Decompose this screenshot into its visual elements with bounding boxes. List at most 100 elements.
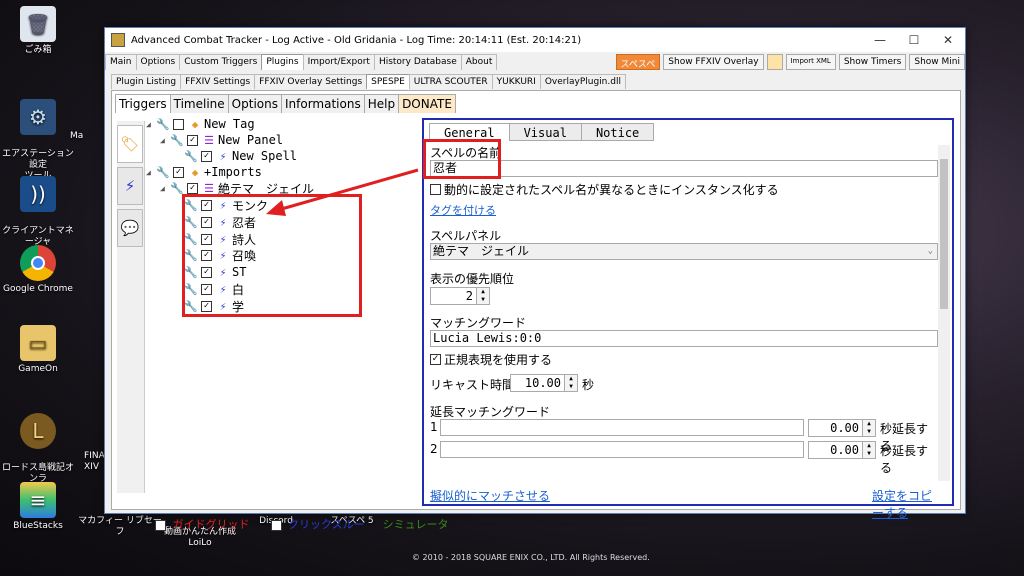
- node-checkbox[interactable]: ✓: [187, 134, 198, 146]
- tab-help[interactable]: Help: [363, 94, 400, 113]
- recast-stepper[interactable]: 10.00 ▲ ▼: [510, 374, 578, 392]
- bluestacks-icon: ≡: [20, 482, 56, 518]
- tag-link[interactable]: タグを付ける: [430, 202, 496, 218]
- regex-checkbox[interactable]: ✓: [430, 354, 441, 365]
- ext-seconds-stepper-1[interactable]: 0.00 ▲ ▼: [808, 419, 876, 437]
- collapse-arrow-icon[interactable]: ◢: [160, 184, 170, 193]
- tab-timeline[interactable]: Timeline: [169, 94, 229, 113]
- regex-option[interactable]: ✓ 正規表現を使用する: [430, 351, 552, 368]
- spin-arrows-icon[interactable]: ▲ ▼: [564, 375, 577, 391]
- wrench-icon[interactable]: 🔧: [184, 150, 198, 163]
- wrench-icon[interactable]: 🔧: [170, 134, 184, 147]
- instance-label: 動的に設定されたスペル名が異なるときにインスタンス化する: [444, 183, 779, 197]
- wrench-icon[interactable]: 🔧: [156, 118, 170, 131]
- tab-ffxiv-settings[interactable]: FFXIV Settings: [180, 74, 256, 89]
- desktop-icon-bluestacks[interactable]: ≡ BlueStacks: [0, 482, 76, 532]
- gear-icon: ⚙: [20, 99, 56, 135]
- instance-checkbox[interactable]: [430, 184, 441, 195]
- tree-node[interactable]: ◢ 🔧 ◆ New Tag: [146, 116, 255, 132]
- node-label: +Imports: [204, 165, 262, 179]
- tab-history-database[interactable]: History Database: [373, 54, 462, 70]
- spin-arrows-icon[interactable]: ▲ ▼: [862, 420, 875, 436]
- tab-plugins[interactable]: Plugins: [261, 54, 304, 70]
- minimize-button[interactable]: —: [863, 28, 897, 52]
- node-checkbox[interactable]: ✓: [187, 182, 198, 194]
- wrench-icon[interactable]: 🔧: [156, 166, 170, 179]
- close-button[interactable]: ✕: [931, 28, 965, 52]
- matching-label: マッチングワード: [430, 316, 527, 330]
- ext-matching-input-2[interactable]: [440, 441, 804, 458]
- node-checkbox[interactable]: ✓: [173, 166, 184, 178]
- tab-visual[interactable]: Visual: [508, 123, 582, 141]
- scrollbar-thumb[interactable]: [940, 159, 948, 309]
- spell-panel-select[interactable]: 絶テマ ジェイル ⌄: [430, 243, 938, 260]
- tab-about[interactable]: About: [460, 54, 498, 70]
- magic-wand-icon[interactable]: ⚡: [117, 167, 143, 205]
- main-tab-row: Main Options Custom Triggers Plugins Imp…: [105, 54, 965, 71]
- node-checkbox[interactable]: [173, 118, 184, 130]
- title-bar[interactable]: Advanced Combat Tracker - Log Active - O…: [105, 28, 965, 52]
- tab-donate[interactable]: DONATE: [398, 94, 456, 113]
- spespe-button[interactable]: スペスペ: [615, 54, 661, 70]
- tab-informations[interactable]: Informations: [280, 94, 365, 113]
- show-ffxiv-overlay-button[interactable]: Show FFXIV Overlay: [663, 54, 764, 70]
- spespe-tab-row: Triggers Timeline Options Informations H…: [115, 94, 456, 113]
- collapse-arrow-icon[interactable]: ◢: [160, 136, 170, 145]
- tab-import-export[interactable]: Import/Export: [302, 54, 375, 70]
- simulator-link[interactable]: シミュレータ: [383, 516, 449, 532]
- tab-notice[interactable]: Notice: [580, 123, 655, 141]
- tab-custom-triggers[interactable]: Custom Triggers: [179, 54, 263, 70]
- magic-wand-icon: ⚡: [219, 149, 227, 163]
- desktop-icon-recycle-bin[interactable]: 🗑 ごみ箱: [0, 6, 76, 56]
- tag-icon[interactable]: 🏷: [117, 125, 143, 163]
- spin-arrows-icon[interactable]: ▲ ▼: [862, 442, 875, 458]
- tab-triggers[interactable]: Triggers: [115, 94, 171, 113]
- wrench-icon[interactable]: 🔧: [170, 182, 184, 195]
- tab-ffxiv-overlay-settings[interactable]: FFXIV Overlay Settings: [254, 74, 368, 89]
- tab-overlay-plugin[interactable]: OverlayPlugin.dll: [539, 74, 626, 89]
- tab-spespe-options[interactable]: Options: [227, 94, 282, 113]
- tag-icon: ◆: [191, 117, 199, 131]
- pseudo-match-link[interactable]: 擬似的にマッチさせる: [430, 487, 550, 504]
- instance-option[interactable]: 動的に設定されたスペル名が異なるときにインスタンス化する: [430, 181, 779, 198]
- copy-settings-link[interactable]: 設定をコピーする: [872, 487, 938, 521]
- desktop-icon-mcafee[interactable]: マカフィー リブセーフ: [78, 516, 162, 538]
- click-through-option[interactable]: クリックスルー: [268, 516, 365, 532]
- node-checkbox[interactable]: ✓: [201, 150, 212, 162]
- ext-seconds-stepper-2[interactable]: 0.00 ▲ ▼: [808, 441, 876, 459]
- tab-options[interactable]: Options: [135, 54, 181, 70]
- tab-spespe[interactable]: SPESPE: [366, 74, 410, 89]
- show-timers-button[interactable]: Show Timers: [838, 54, 907, 70]
- tree-node[interactable]: ◢ 🔧 ✓ ☰ New Panel: [160, 132, 283, 148]
- detail-scrollbar[interactable]: [938, 145, 950, 481]
- tree-node[interactable]: 🔧 ✓ ⚡ New Spell: [184, 148, 297, 164]
- guide-grid-option[interactable]: ガイドグリッド: [152, 516, 250, 532]
- recycle-bin-icon: 🗑: [20, 6, 56, 42]
- side-icon-tabs: 🏷 ⚡ 💬: [117, 121, 145, 493]
- spell-name-input[interactable]: 忍者: [430, 160, 938, 177]
- desktop-icon-gameon[interactable]: ▭ GameOn: [0, 325, 76, 375]
- matching-input[interactable]: Lucia Lewis:0:0: [430, 330, 938, 347]
- tab-yukkuri[interactable]: YUKKURI: [491, 74, 541, 89]
- desktop-icon-label: ごみ箱: [24, 45, 52, 55]
- show-mini-button[interactable]: Show Mini: [909, 54, 965, 70]
- maximize-button[interactable]: ☐: [897, 28, 931, 52]
- click-through-checkbox[interactable]: [270, 519, 282, 531]
- ext-matching-label: 延長マッチングワード: [430, 405, 551, 419]
- speech-bubble-icon[interactable]: 💬: [117, 209, 143, 247]
- guide-grid-checkbox[interactable]: [155, 519, 166, 531]
- wifi-icon: )): [20, 176, 56, 212]
- collapse-arrow-icon[interactable]: ◢: [146, 168, 156, 177]
- desktop-icon-chrome[interactable]: Google Chrome: [0, 245, 76, 295]
- guide-grid-label: ガイドグリッド: [172, 518, 250, 531]
- tree-node[interactable]: ◢ 🔧 ✓ ◆ +Imports: [146, 164, 262, 180]
- tab-main[interactable]: Main: [105, 54, 137, 70]
- collapse-arrow-icon[interactable]: ◢: [146, 120, 156, 129]
- tab-ultra-scouter[interactable]: ULTRA SCOUTER: [408, 74, 493, 89]
- import-xml-button[interactable]: Import XML: [785, 54, 836, 70]
- priority-stepper[interactable]: 2 ▲ ▼: [430, 287, 490, 305]
- import-xml-icon[interactable]: [766, 54, 783, 70]
- ext-matching-input-1[interactable]: [440, 419, 804, 436]
- tab-plugin-listing[interactable]: Plugin Listing: [111, 74, 182, 89]
- spin-arrows-icon[interactable]: ▲ ▼: [476, 288, 489, 304]
